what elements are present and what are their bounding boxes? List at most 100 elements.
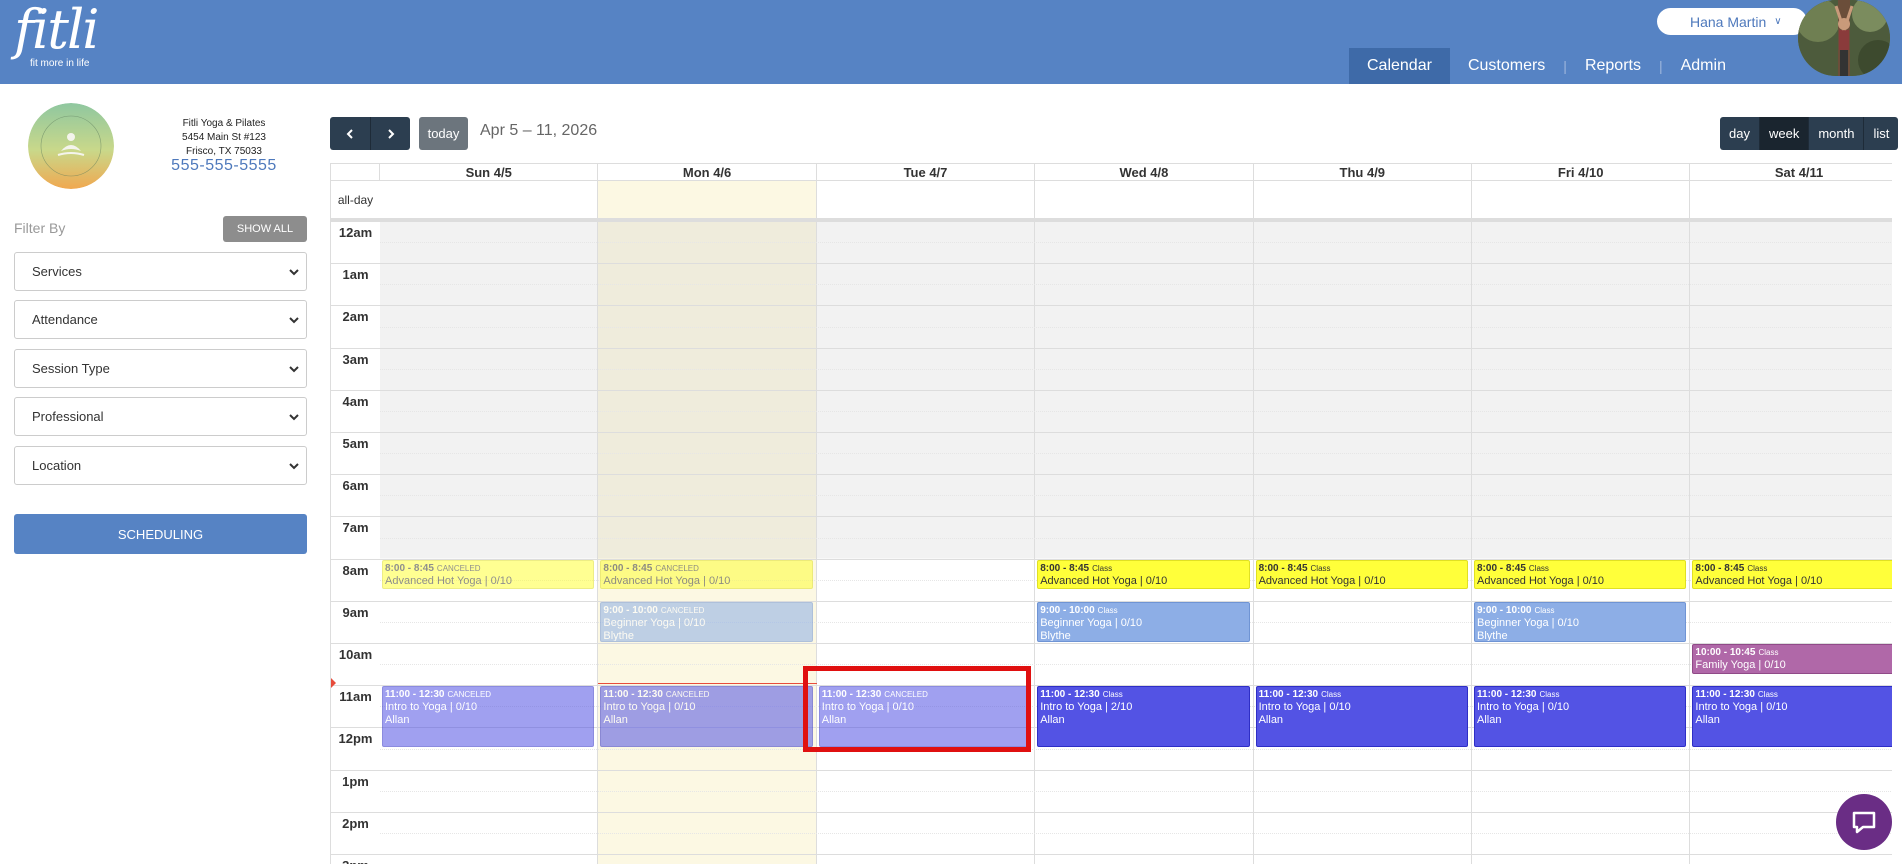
day-header[interactable]: Fri 4/10	[1472, 164, 1691, 181]
event-time: 11:00 - 12:30	[1040, 689, 1100, 701]
all-day-cell[interactable]	[1035, 181, 1254, 218]
view-week-button[interactable]: week	[1758, 117, 1809, 150]
select-value: Location	[32, 458, 82, 473]
half-hour-gridline	[380, 748, 1892, 750]
axis-header	[331, 164, 380, 181]
event-time: 11:00 - 12:30	[1695, 689, 1755, 701]
show-all-button[interactable]: SHOW ALL	[223, 216, 307, 242]
event-time-row: 8:00 - 8:45 CANCELED	[603, 562, 809, 575]
event-title: Intro to Yoga | 2/10	[1040, 701, 1133, 714]
select-value: Session Type	[32, 361, 110, 376]
event-time: 9:00 - 10:00	[1040, 604, 1095, 616]
half-hour-gridline	[380, 790, 1892, 792]
select-value: Professional	[32, 409, 104, 424]
day-column[interactable]	[1690, 221, 1892, 864]
day-header[interactable]: Mon 4/6	[598, 164, 817, 181]
studio-info: Fitli Yoga & Pilates 5454 Main St #123 F…	[160, 117, 288, 159]
event-instructor: Allan	[385, 714, 410, 727]
session-type-select[interactable]: Session Type	[14, 349, 307, 388]
avatar[interactable]	[1798, 0, 1890, 76]
studio-name: Fitli Yoga & Pilates	[182, 118, 266, 129]
hour-label: 6am	[342, 478, 369, 494]
day-header[interactable]: Sun 4/5	[380, 164, 599, 181]
nav-calendar[interactable]: Calendar	[1349, 48, 1450, 84]
event-instructor: Blythe	[603, 629, 634, 642]
filter-by-label: Filter By	[14, 220, 66, 236]
all-day-cell[interactable]	[1254, 181, 1472, 218]
nav-admin[interactable]: Admin	[1663, 48, 1744, 84]
logo-tagline: fit more in life	[30, 58, 90, 69]
calendar-event[interactable]: 9:00 - 10:00 CANCELED Beginner Yoga | 0/10…	[600, 601, 813, 642]
hour-label: 3pm	[331, 858, 380, 864]
hour-label: 9am	[342, 604, 369, 620]
event-instructor: Blythe	[1040, 629, 1071, 642]
calendar-event[interactable]: 8:00 - 8:45 Class Advanced Hot Yoga | 0/10	[1255, 559, 1468, 590]
day-column[interactable]	[1253, 221, 1472, 864]
day-header[interactable]: Sat 4/11	[1690, 164, 1892, 181]
chevron-down-icon	[289, 317, 299, 324]
calendar-event[interactable]: 11:00 - 12:30 Class Intro to Yoga | 0/10 Al…	[1692, 686, 1892, 748]
view-month-button[interactable]: month	[1808, 117, 1864, 150]
scheduling-button[interactable]: SCHEDULING	[14, 514, 307, 554]
hour-label: 2am	[342, 309, 369, 325]
event-time: 9:00 - 10:00	[603, 604, 658, 616]
event-time: 8:00 - 8:45	[1040, 562, 1090, 574]
calendar-event[interactable]: 10:00 - 10:45 Class Family Yoga | 0/10	[1692, 644, 1892, 674]
calendar-event[interactable]: 9:00 - 10:00 Class Beginner Yoga | 0/10 Bly…	[1037, 601, 1250, 642]
studio-address: 5454 Main St #123	[182, 132, 266, 143]
event-status: Class	[1102, 690, 1123, 700]
half-hour-gridline	[380, 368, 1892, 370]
calendar-event[interactable]: 8:00 - 8:45 Class Advanced Hot Yoga | 0/10	[1474, 559, 1687, 590]
day-column[interactable]	[1035, 221, 1254, 864]
today-button[interactable]: today	[419, 117, 468, 150]
half-hour-gridline	[380, 242, 1892, 244]
all-day-cell[interactable]	[817, 181, 1036, 218]
event-time-row: 11:00 - 12:30 Class	[1695, 688, 1892, 701]
event-time-row: 11:00 - 12:30 CANCELED	[603, 688, 809, 701]
hour-gridline	[331, 432, 1892, 433]
event-time-row: 11:00 - 12:30 Class	[1259, 688, 1465, 701]
event-status: CANCELED	[660, 605, 705, 615]
professional-select[interactable]: Professional	[14, 397, 307, 436]
view-list-button[interactable]: list	[1863, 117, 1899, 150]
prev-week-button[interactable]	[330, 117, 370, 150]
day-column[interactable]	[816, 221, 1036, 864]
event-time-row: 10:00 - 10:45 Class	[1695, 646, 1892, 659]
chat-button[interactable]	[1836, 794, 1892, 850]
services-select[interactable]: Services	[14, 252, 307, 291]
calendar-event[interactable]: 11:00 - 12:30 CANCELED Intro to Yoga | 0/1…	[382, 686, 595, 748]
all-day-cell[interactable]	[1472, 181, 1691, 218]
user-menu-button[interactable]: Hana Martin ∨	[1657, 8, 1807, 35]
nav-reports[interactable]: Reports	[1567, 48, 1659, 84]
event-status: Class	[1747, 563, 1768, 573]
view-day-button[interactable]: day	[1720, 117, 1759, 150]
all-day-cell[interactable]	[598, 181, 817, 218]
calendar-event[interactable]: 8:00 - 8:45 Class Advanced Hot Yoga | 0/10	[1037, 559, 1250, 590]
calendar-event[interactable]: 8:00 - 8:45 CANCELED Advanced Hot Yoga | 0…	[600, 559, 813, 590]
day-header[interactable]: Thu 4/9	[1253, 164, 1472, 181]
day-header[interactable]: Tue 4/7	[816, 164, 1036, 181]
day-header[interactable]: Wed 4/8	[1035, 164, 1254, 181]
event-instructor: Allan	[603, 714, 628, 727]
calendar-event[interactable]: 11:00 - 12:30 CANCELED Intro to Yoga | 0/1…	[600, 686, 813, 748]
calendar-event[interactable]: 11:00 - 12:30 Class Intro to Yoga | 0/10 Al…	[1255, 686, 1468, 748]
hour-label: 1pm	[342, 773, 369, 789]
all-day-cell[interactable]	[1690, 181, 1892, 218]
calendar-event[interactable]: 8:00 - 8:45 CANCELED Advanced Hot Yoga | 0…	[382, 559, 595, 590]
calendar-event[interactable]: 9:00 - 10:00 Class Beginner Yoga | 0/10 Bly…	[1474, 601, 1687, 642]
calendar-event[interactable]: 8:00 - 8:45 Class Advanced Hot Yoga | 0/10	[1692, 559, 1892, 590]
all-day-cell[interactable]	[380, 181, 599, 218]
event-title: Advanced Hot Yoga | 0/10	[603, 574, 731, 587]
day-column[interactable]	[380, 221, 599, 864]
studio-phone[interactable]: 555-555-5555	[160, 157, 288, 175]
calendar-event[interactable]: 11:00 - 12:30 Class Intro to Yoga | 0/10 Al…	[1474, 686, 1687, 748]
chevron-down-icon	[289, 463, 299, 470]
nav-customers[interactable]: Customers	[1450, 48, 1563, 84]
day-column[interactable]	[1472, 221, 1691, 864]
next-week-button[interactable]	[370, 117, 410, 150]
fitli-logo[interactable]: fitli fit more in life	[14, 2, 99, 70]
attendance-select[interactable]: Attendance	[14, 300, 307, 339]
calendar-event[interactable]: 11:00 - 12:30 Class Intro to Yoga | 2/10 Al…	[1037, 686, 1250, 748]
day-column[interactable]	[598, 221, 817, 864]
location-select[interactable]: Location	[14, 446, 307, 485]
